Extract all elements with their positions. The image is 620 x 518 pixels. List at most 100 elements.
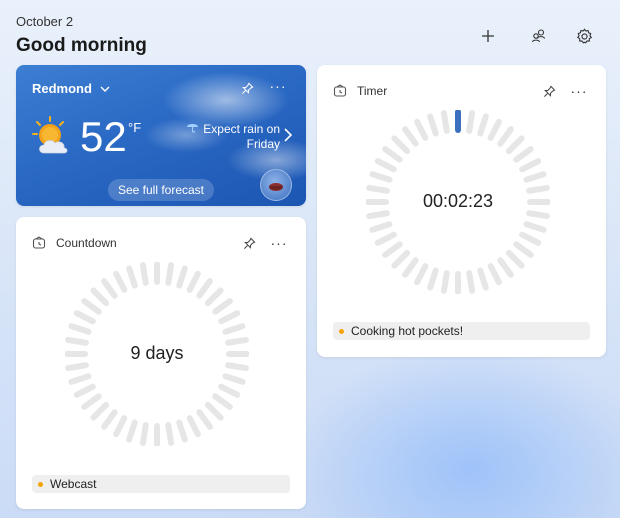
progress-tick (477, 113, 489, 137)
weather-card[interactable]: Redmond ··· 52 °F Expect rain on Friday … (16, 65, 306, 206)
date-label: October 2 (16, 14, 74, 29)
timer-label-chip: Cooking hot pockets! (333, 322, 590, 340)
temperature-unit: °F (128, 120, 142, 135)
progress-tick (68, 323, 92, 335)
header: October 2 Good morning (16, 14, 147, 57)
progress-tick (497, 126, 514, 147)
forecast-line-1: Expect rain on (203, 122, 280, 136)
progress-tick (222, 323, 246, 335)
progress-tick (139, 262, 149, 286)
countdown-label-chip: Webcast (32, 475, 290, 493)
timer-header: Timer ··· (333, 82, 590, 100)
progress-tick (369, 171, 393, 183)
countdown-pin-button[interactable] (238, 234, 260, 252)
progress-tick (505, 249, 525, 269)
timer-pin-button[interactable] (538, 82, 560, 100)
temperature-value: 52 (80, 113, 127, 160)
progress-tick (73, 383, 96, 398)
chevron-right-icon[interactable] (282, 127, 294, 143)
progress-tick (212, 393, 233, 410)
progress-tick (382, 241, 403, 258)
progress-tick (513, 146, 534, 163)
progress-tick (523, 221, 547, 233)
progress-tick (126, 265, 138, 289)
progress-tick (519, 158, 542, 173)
progress-tick (176, 419, 188, 443)
bowl-icon (269, 183, 283, 191)
progress-tick (101, 278, 118, 299)
progress-tick (196, 409, 213, 430)
timer-more-button[interactable]: ··· (568, 82, 590, 100)
progress-tick (218, 310, 241, 325)
more-icon: ··· (269, 78, 287, 94)
greeting-title: Good morning (16, 35, 147, 56)
progress-tick (101, 409, 118, 430)
progress-tick (186, 415, 201, 438)
progress-tick (466, 270, 476, 294)
umbrella-icon (186, 121, 199, 137)
see-full-forecast-button[interactable]: See full forecast (108, 179, 214, 201)
add-widget-button[interactable] (475, 23, 501, 49)
progress-tick (526, 210, 550, 220)
progress-tick (477, 267, 489, 291)
progress-tick (487, 118, 502, 141)
progress-tick (73, 310, 96, 325)
progress-tick (513, 241, 534, 258)
progress-tick (65, 362, 89, 372)
progress-tick (204, 287, 224, 307)
progress-tick (414, 118, 429, 141)
progress-tick (196, 278, 213, 299)
progress-tick (90, 401, 110, 421)
progress-tick (402, 257, 419, 278)
timer-time: 00:02:23 (422, 191, 494, 211)
progress-tick (204, 401, 224, 421)
timer-title: Timer (357, 84, 388, 98)
progress-tick (68, 373, 92, 385)
progress-tick (466, 110, 476, 134)
progress-tick (382, 146, 403, 163)
forecast-summary: Expect rain on Friday (184, 121, 280, 152)
pin-icon (243, 237, 255, 249)
countdown-value: 9 days (130, 343, 184, 363)
timer-label: Cooking hot pockets! (351, 324, 464, 338)
progress-tick (402, 126, 419, 147)
weather-more-button[interactable]: ··· (267, 77, 289, 95)
location-selector[interactable]: Redmond (32, 81, 110, 96)
progress-tick (414, 263, 429, 286)
progress-tick (519, 231, 542, 246)
weather-avatar[interactable] (260, 169, 292, 201)
clock-icon (32, 236, 46, 250)
people-icon (531, 29, 546, 43)
progress-tick (212, 298, 233, 315)
countdown-title: Countdown (56, 236, 117, 250)
plus-icon (482, 30, 494, 42)
progress-tick (391, 135, 411, 155)
countdown-card[interactable]: Countdown ··· 9 days Webcast (16, 217, 306, 509)
timer-card[interactable]: Timer ··· 00:02:23 Cooking hot pockets! (317, 65, 606, 357)
weather-pin-button[interactable] (236, 79, 258, 97)
progress-tick (427, 113, 439, 137)
label-dot (339, 328, 344, 334)
progress-tick (369, 221, 393, 233)
progress-tick (505, 135, 525, 155)
countdown-more-button[interactable]: ··· (268, 234, 290, 252)
partly-cloudy-sun-icon (32, 116, 68, 154)
progress-tick (391, 249, 411, 269)
settings-button[interactable] (571, 23, 597, 49)
progress-tick (366, 210, 390, 220)
pin-icon (543, 85, 555, 97)
progress-tick (81, 393, 102, 410)
people-button[interactable] (526, 23, 552, 49)
progress-tick (222, 373, 246, 385)
progress-tick (90, 287, 110, 307)
progress-tick (427, 267, 439, 291)
progress-tick (81, 298, 102, 315)
progress-tick (374, 158, 397, 173)
location-label: Redmond (32, 81, 92, 96)
progress-tick (126, 419, 138, 443)
progress-tick (225, 362, 249, 372)
progress-tick (186, 270, 201, 293)
countdown-dial: 9 days (64, 261, 250, 447)
progress-tick (487, 263, 502, 286)
countdown-header: Countdown ··· (32, 234, 290, 252)
